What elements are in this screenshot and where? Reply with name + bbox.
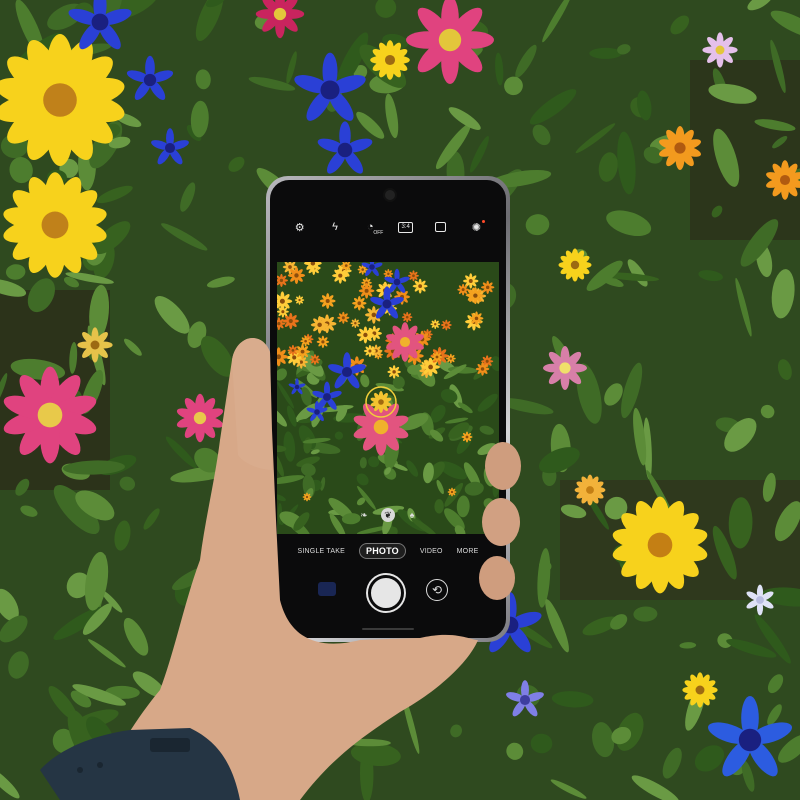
orange-flower: [408, 270, 419, 282]
orange-flower: [356, 326, 374, 344]
zoom-controls: ❧ ❦ ♠: [270, 504, 506, 526]
timer-label: OFF: [373, 230, 384, 236]
orange-flower: [287, 266, 306, 285]
orange-flower: [387, 365, 401, 379]
timer-off-icon[interactable]: ◔ OFF: [359, 218, 384, 236]
tele-leaf-icon[interactable]: ♠: [405, 508, 419, 522]
settings-icon[interactable]: ⚙: [289, 218, 311, 236]
switch-camera-icon[interactable]: ⟲: [426, 579, 448, 601]
home-indicator: [362, 628, 414, 630]
motion-photo-icon[interactable]: [430, 218, 452, 236]
pink-flower: [702, 32, 738, 68]
orange-flower: [412, 278, 428, 294]
orange-flower: [363, 344, 376, 358]
orange-flower: [475, 362, 490, 376]
effects-icon[interactable]: ✺: [465, 218, 487, 236]
camera-viewfinder[interactable]: [277, 262, 499, 534]
orange-flower: [461, 431, 473, 443]
pink-flower: [543, 346, 587, 390]
mode-photo[interactable]: PHOTO: [359, 543, 406, 559]
orange-flower: [337, 311, 350, 324]
orange-flower: [294, 295, 305, 305]
orange-flower: [287, 345, 299, 356]
ultrawide-tree-icon[interactable]: ❧: [357, 508, 371, 522]
wide-leaf-icon[interactable]: ❦: [381, 508, 395, 522]
orange-flower: [466, 287, 484, 305]
orange-flower: [350, 318, 361, 329]
orange-flower: [295, 344, 311, 360]
flash-off-icon[interactable]: ϟ: [324, 218, 346, 236]
gallery-thumbnail[interactable]: [318, 582, 336, 596]
orange-flower: [309, 354, 321, 365]
orange-flower: [277, 305, 289, 318]
orange-flower: [401, 311, 413, 323]
orange-flower: [316, 335, 330, 349]
viewfinder-preview: [277, 262, 499, 534]
orange-flower: [431, 351, 443, 363]
aspect-ratio-icon[interactable]: 3:4: [395, 218, 417, 236]
mode-single-take[interactable]: SINGLE TAKE: [298, 548, 345, 555]
orange-flower: [310, 315, 329, 334]
orange-flower: [302, 492, 312, 502]
mode-more[interactable]: MORE: [457, 548, 479, 555]
orange-flower: [447, 487, 457, 497]
orange-flower: [352, 296, 367, 311]
orange-flower: [469, 311, 484, 326]
orange-flower: [319, 293, 336, 309]
orange-flower: [440, 319, 452, 331]
mode-video[interactable]: VIDEO: [420, 548, 443, 555]
ratio-label: 3:4: [398, 221, 413, 233]
orange-flower: [358, 283, 375, 299]
phone-screen: ⚙ ϟ ◔ OFF 3:4 ✺ ❧ ❦ ♠ SINGLE TAKE PHOTO …: [270, 180, 506, 638]
orange-flower: [481, 280, 495, 295]
camera-mode-selector: SINGLE TAKE PHOTO VIDEO MORE: [270, 542, 506, 560]
front-camera: [383, 188, 397, 202]
smartphone: ⚙ ϟ ◔ OFF 3:4 ✺ ❧ ❦ ♠ SINGLE TAKE PHOTO …: [266, 176, 510, 642]
orange-flower: [300, 335, 311, 347]
orange-flower: [457, 283, 469, 296]
yellow-bud: [77, 327, 113, 363]
garden-scene: ⚙ ϟ ◔ OFF 3:4 ✺ ❧ ❦ ♠ SINGLE TAKE PHOTO …: [0, 0, 800, 800]
camera-top-toolbar: ⚙ ϟ ◔ OFF 3:4 ✺: [270, 216, 506, 238]
camera-bottom-bar: ⟲: [270, 570, 506, 611]
shutter-button[interactable]: [368, 575, 404, 611]
orange-flower: [430, 319, 441, 330]
